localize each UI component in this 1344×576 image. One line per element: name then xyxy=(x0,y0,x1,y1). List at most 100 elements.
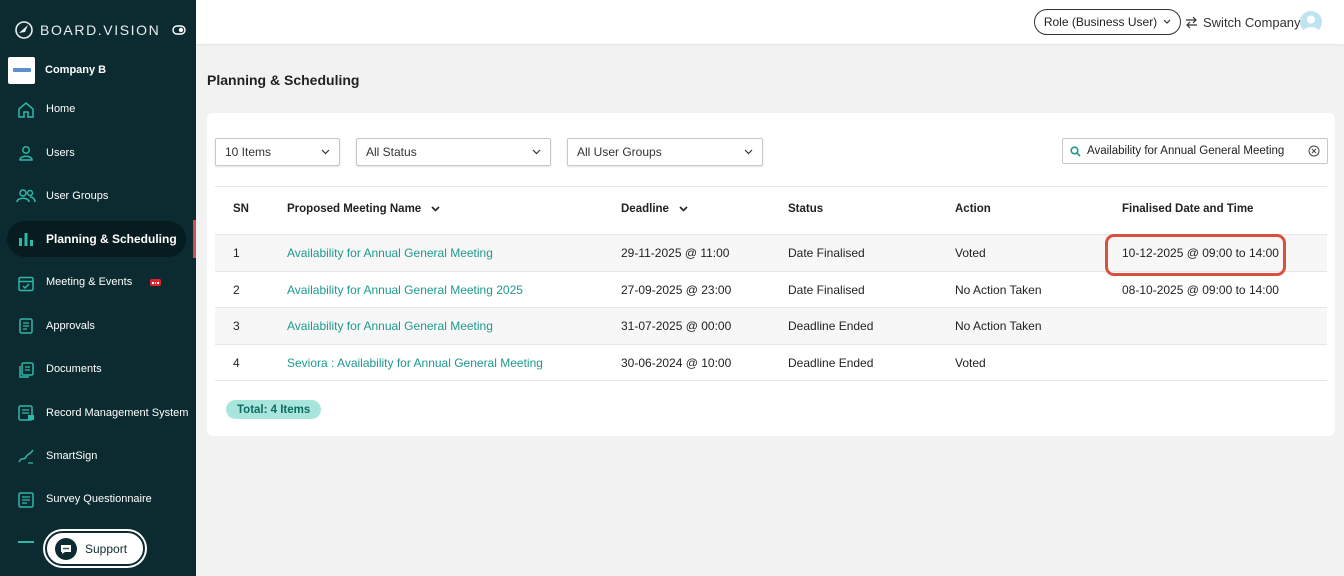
cell-sn: 1 xyxy=(233,246,240,260)
switch-company-button[interactable]: Switch Company xyxy=(1185,12,1301,32)
active-nav-indicator xyxy=(193,220,196,258)
search-icon xyxy=(1070,145,1081,157)
sidebar-nav: Home Users User Groups Planning & Schedu… xyxy=(0,88,196,522)
header-meeting-name-label: Proposed Meeting Name xyxy=(287,203,422,215)
header-status: Status xyxy=(788,203,823,215)
cell-meeting-name-link[interactable]: Availability for Annual General Meeting xyxy=(287,246,493,260)
company-selector[interactable]: Company B xyxy=(8,56,188,84)
cell-sn: 4 xyxy=(233,355,240,370)
header-sn-label: SN xyxy=(233,203,249,215)
page-title: Planning & Scheduling xyxy=(207,72,360,88)
cell-deadline: 31-07-2025 @ 00:00 xyxy=(621,319,732,333)
sidebar: BOARD.VISION Company B Home Users User G… xyxy=(0,0,196,576)
sidebar-toggle-icon[interactable] xyxy=(172,24,186,36)
survey-icon xyxy=(16,490,36,510)
table-row: 2 Availability for Annual General Meetin… xyxy=(215,272,1327,308)
header-deadline[interactable]: Deadline xyxy=(621,203,688,215)
cell-meeting-name-link[interactable]: Availability for Annual General Meeting … xyxy=(287,283,523,297)
cell-meeting-name-link[interactable]: Seviora : Availability for Annual Genera… xyxy=(287,356,543,370)
home-icon xyxy=(16,100,36,120)
status-filter-select[interactable]: All Status xyxy=(356,138,551,166)
sidebar-item-record-management[interactable]: Record Management System xyxy=(0,391,196,434)
cell-meeting-name-link[interactable]: Availability for Annual General Meeting xyxy=(287,319,493,333)
sidebar-item-smartsign[interactable]: SmartSign xyxy=(0,435,196,478)
sidebar-item-approvals[interactable]: Approvals xyxy=(0,305,196,348)
user-group-icon xyxy=(16,186,36,206)
support-button[interactable]: Support xyxy=(45,531,145,566)
sidebar-item-label: Planning & Scheduling xyxy=(46,231,177,246)
cell-deadline: 29-11-2025 @ 11:00 xyxy=(621,246,730,260)
clear-search-icon[interactable] xyxy=(1308,145,1320,157)
cell-deadline: 27-09-2025 @ 23:00 xyxy=(621,282,732,297)
support-label: Support xyxy=(85,541,128,556)
cell-status: Deadline Ended xyxy=(788,319,874,333)
partially-hidden-nav-icon xyxy=(18,541,34,547)
sidebar-item-label: Approvals xyxy=(46,319,95,332)
cell-action: Voted xyxy=(955,246,986,260)
sidebar-item-users[interactable]: Users xyxy=(0,131,196,174)
sidebar-item-documents[interactable]: Documents xyxy=(0,348,196,391)
content-card: 10 Items All Status All User Groups Avai… xyxy=(207,113,1335,436)
company-name: Company B xyxy=(45,64,107,76)
cell-sn: 3 xyxy=(233,319,240,333)
user-groups-filter-value: All User Groups xyxy=(577,145,662,159)
cell-action: No Action Taken xyxy=(955,319,1042,333)
items-per-page-select[interactable]: 10 Items xyxy=(215,138,340,166)
header-action-label: Action xyxy=(955,203,991,215)
sidebar-item-label: User Groups xyxy=(46,189,109,202)
notification-badge xyxy=(150,279,162,287)
sidebar-item-planning-scheduling[interactable]: Planning & Scheduling xyxy=(7,221,186,258)
documents-icon xyxy=(16,360,36,380)
record-icon xyxy=(16,403,36,423)
cell-sn: 2 xyxy=(233,282,240,297)
table-header: SN Proposed Meeting Name Deadline Status… xyxy=(215,187,1327,235)
header-action: Action xyxy=(955,203,991,215)
signature-icon xyxy=(16,446,36,466)
company-logo xyxy=(8,56,35,84)
header-sn: SN xyxy=(233,203,249,215)
user-avatar[interactable] xyxy=(1300,11,1322,33)
chevron-down-icon xyxy=(744,149,753,155)
brand-name: BOARD.VISION xyxy=(40,22,161,38)
header-deadline-label: Deadline xyxy=(621,203,669,215)
sidebar-item-user-groups[interactable]: User Groups xyxy=(0,175,196,218)
status-filter-value: All Status xyxy=(366,145,417,159)
search-value: Availability for Annual General Meeting xyxy=(1087,145,1285,157)
user-groups-filter-select[interactable]: All User Groups xyxy=(567,138,763,166)
sidebar-item-label: SmartSign xyxy=(46,449,98,462)
sidebar-item-home[interactable]: Home xyxy=(0,88,196,131)
search-input[interactable]: Availability for Annual General Meeting xyxy=(1062,138,1328,164)
document-icon xyxy=(16,316,36,336)
board-vision-logo-icon xyxy=(15,21,33,39)
items-per-page-value: 10 Items xyxy=(225,145,272,159)
sidebar-item-survey-questionnaire[interactable]: Survey Questionnaire xyxy=(0,478,196,521)
sidebar-item-label: Record Management System xyxy=(46,406,189,419)
sidebar-item-meeting-events[interactable]: Meeting & Events xyxy=(0,261,196,304)
switch-company-label: Switch Company xyxy=(1203,14,1301,30)
sidebar-item-label: Users xyxy=(46,146,75,159)
header-meeting-name[interactable]: Proposed Meeting Name xyxy=(287,203,440,215)
cell-deadline: 30-06-2024 @ 10:00 xyxy=(621,355,732,370)
brand-logo[interactable]: BOARD.VISION xyxy=(14,18,160,42)
top-bar: Role (Business User) Switch Company xyxy=(196,0,1344,44)
cell-status: Deadline Ended xyxy=(788,355,874,370)
cell-action: Voted xyxy=(955,355,986,370)
sort-chevron-icon xyxy=(679,206,688,212)
switch-arrows-icon xyxy=(1186,16,1197,28)
sidebar-item-label: Meeting & Events xyxy=(46,276,133,289)
header-finalised-label: Finalised Date and Time xyxy=(1122,203,1254,215)
chevron-down-icon xyxy=(532,149,541,155)
highlight-annotation xyxy=(1105,234,1286,276)
sort-chevron-icon xyxy=(431,206,440,212)
table-row: 3 Availability for Annual General Meetin… xyxy=(215,308,1327,345)
cell-action: No Action Taken xyxy=(955,282,1042,297)
chevron-down-icon xyxy=(1163,19,1171,24)
cell-status: Date Finalised xyxy=(788,282,865,297)
header-finalised: Finalised Date and Time xyxy=(1122,203,1253,215)
table-row: 4 Seviora : Availability for Annual Gene… xyxy=(215,345,1327,381)
chat-support-icon xyxy=(55,537,77,560)
sidebar-item-label: Survey Questionnaire xyxy=(46,493,152,506)
calendar-check-icon xyxy=(16,273,36,293)
cell-finalised: 08-10-2025 @ 09:00 to 14:00 xyxy=(1122,282,1279,297)
role-dropdown[interactable]: Role (Business User) xyxy=(1034,9,1181,35)
